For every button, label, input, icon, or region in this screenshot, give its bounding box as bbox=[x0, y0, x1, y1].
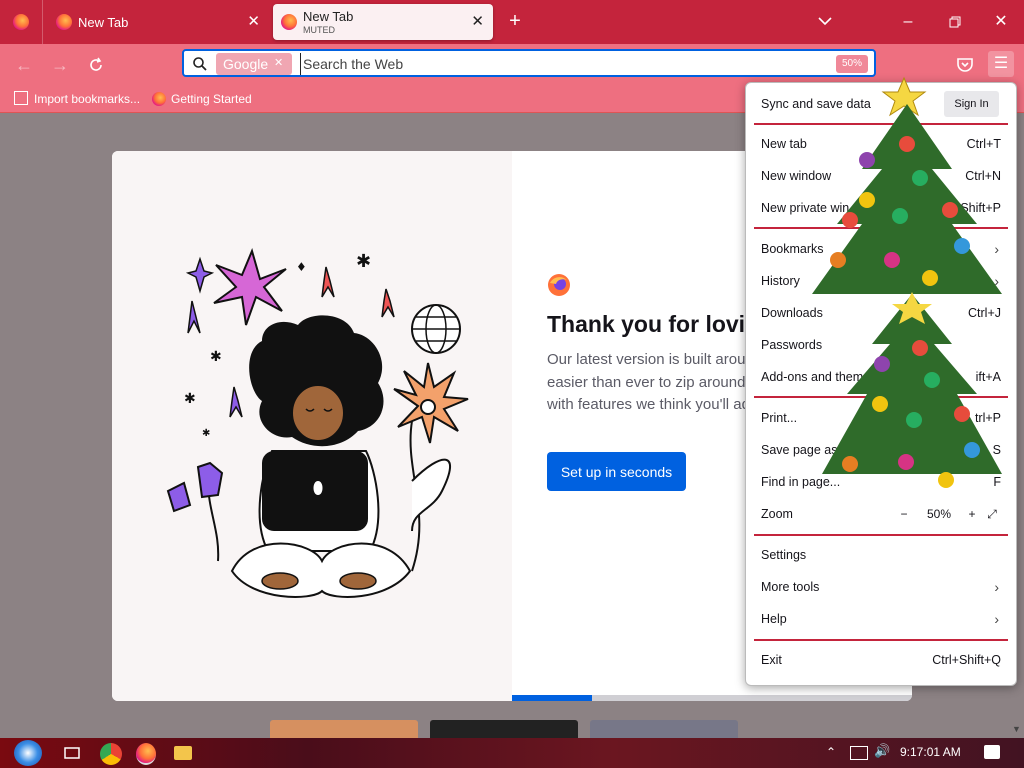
file-explorer-icon[interactable] bbox=[174, 746, 192, 760]
menu-item-label: Settings bbox=[761, 548, 807, 562]
svg-text:✱: ✱ bbox=[202, 428, 210, 439]
forward-button[interactable]: → bbox=[48, 53, 72, 77]
menu-item-label: More tools bbox=[761, 580, 820, 594]
person-with-laptop-illustration: ✱ ✱ ✱ ✱ ♦ bbox=[166, 247, 469, 598]
welcome-title: Thank you for lovin bbox=[547, 311, 760, 337]
scroll-down-arrow-icon[interactable]: ▼ bbox=[1012, 724, 1021, 734]
menu-item-label: History bbox=[761, 274, 800, 288]
firefox-taskbar-icon[interactable] bbox=[136, 743, 156, 765]
bookmark-import[interactable]: Import bookmarks... bbox=[14, 90, 140, 108]
reload-button[interactable] bbox=[84, 53, 108, 77]
menu-item-label: Help bbox=[761, 612, 787, 626]
volume-icon[interactable]: 🔊 bbox=[874, 743, 890, 759]
tab-new-tab-active[interactable]: New Tab MUTED ✕ bbox=[273, 4, 493, 40]
chrome-icon[interactable] bbox=[100, 743, 122, 765]
firefox-logo-icon bbox=[281, 14, 297, 30]
onboarding-progress-fill bbox=[512, 695, 592, 701]
tab-new-tab[interactable]: New Tab ✕ bbox=[46, 4, 268, 40]
minimize-button[interactable]: – bbox=[896, 10, 920, 34]
firefox-logo-icon bbox=[152, 92, 166, 106]
reload-icon bbox=[90, 57, 102, 71]
menu-shortcut: Ctrl+Shift+Q bbox=[932, 653, 1001, 667]
tab-title: New Tab bbox=[78, 15, 129, 30]
url-bar[interactable]: Google ✕ 50% bbox=[182, 49, 876, 77]
action-center-icon[interactable] bbox=[984, 745, 1000, 759]
menu-item-settings[interactable]: Settings bbox=[761, 544, 1001, 566]
tab-title: New Tab bbox=[303, 9, 354, 24]
firefox-logo-icon bbox=[56, 14, 72, 30]
bookmark-label: Getting Started bbox=[171, 92, 252, 106]
top-site-thumbnail[interactable] bbox=[270, 720, 418, 738]
bookmark-getting-started[interactable]: Getting Started bbox=[152, 90, 252, 108]
search-engine-chip[interactable]: Google ✕ bbox=[216, 53, 292, 75]
pocket-button[interactable] bbox=[954, 53, 976, 75]
import-icon bbox=[14, 91, 28, 105]
tab-muted-label: MUTED bbox=[303, 25, 335, 35]
zoom-level-badge[interactable]: 50% bbox=[836, 55, 868, 73]
menu-item-label: Zoom bbox=[761, 507, 793, 521]
close-window-button[interactable]: ✕ bbox=[989, 10, 1013, 34]
network-icon[interactable] bbox=[850, 746, 868, 760]
firefox-logo-icon bbox=[13, 14, 29, 30]
task-view-icon[interactable] bbox=[62, 743, 84, 765]
menu-item-exit[interactable]: Exit Ctrl+Shift+Q bbox=[761, 649, 1001, 671]
menu-item-more-tools[interactable]: More tools › bbox=[761, 576, 1001, 598]
new-tab-button[interactable]: + bbox=[504, 10, 526, 32]
hamburger-icon: ☰ bbox=[993, 55, 1009, 72]
close-tab-icon[interactable]: ✕ bbox=[247, 12, 260, 30]
menu-item-label: New tab bbox=[761, 137, 807, 151]
top-site-thumbnail[interactable] bbox=[430, 720, 578, 738]
chevron-right-icon: › bbox=[994, 579, 999, 595]
firefox-logo-icon bbox=[548, 274, 570, 296]
onboarding-progress bbox=[512, 695, 912, 701]
menu-item-label: Exit bbox=[761, 653, 782, 667]
illustration-pane: ✱ ✱ ✱ ✱ ♦ bbox=[112, 151, 512, 701]
chevron-right-icon: › bbox=[994, 611, 999, 627]
menu-separator bbox=[754, 534, 1008, 536]
firefox-view-button[interactable] bbox=[0, 0, 43, 44]
pocket-icon bbox=[957, 58, 973, 72]
remove-engine-icon[interactable]: ✕ bbox=[274, 56, 283, 69]
show-hidden-icons-icon[interactable]: ⌃ bbox=[826, 745, 836, 759]
task-view-icon-glyph bbox=[64, 747, 80, 759]
svg-text:✱: ✱ bbox=[184, 391, 196, 407]
setup-button[interactable]: Set up in seconds bbox=[547, 452, 686, 491]
menu-item-help[interactable]: Help › bbox=[761, 608, 1001, 630]
list-all-tabs-button[interactable] bbox=[814, 10, 836, 32]
search-input[interactable] bbox=[300, 53, 823, 75]
top-site-thumbnail[interactable] bbox=[590, 720, 738, 738]
menu-item-label: Print... bbox=[761, 411, 798, 425]
bookmark-label: Import bookmarks... bbox=[34, 92, 141, 106]
svg-text:✱: ✱ bbox=[210, 349, 222, 365]
search-engine-label: Google bbox=[223, 56, 269, 72]
close-tab-icon[interactable]: ✕ bbox=[471, 12, 484, 30]
svg-text:♦: ♦ bbox=[296, 260, 307, 274]
svg-text:✱: ✱ bbox=[356, 251, 371, 272]
start-button[interactable] bbox=[14, 740, 42, 766]
taskbar-clock[interactable]: 9:17:01 AM bbox=[900, 745, 961, 759]
search-icon bbox=[193, 57, 207, 71]
christmas-tree-decoration bbox=[812, 76, 1002, 488]
restore-icon bbox=[949, 16, 961, 28]
chevron-down-icon bbox=[818, 17, 832, 26]
menu-separator bbox=[754, 639, 1008, 641]
back-button[interactable]: ← bbox=[12, 53, 36, 77]
restore-button[interactable] bbox=[943, 10, 967, 34]
